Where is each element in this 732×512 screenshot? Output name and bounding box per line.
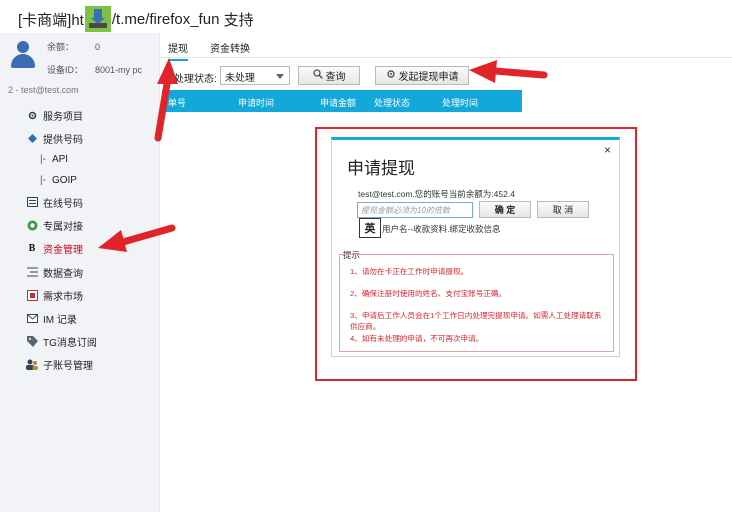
users-icon	[26, 358, 38, 370]
chevron-down-icon	[276, 74, 284, 79]
balance-row: 余额： 0	[47, 40, 100, 53]
column-header: 处理时间	[442, 98, 479, 108]
sidebar-item-provide-numbers[interactable]: 提供号码	[0, 128, 160, 148]
sidebar-item-services[interactable]: 服务项目	[0, 105, 160, 125]
tag-icon	[26, 335, 38, 347]
top-banner: [卡商端]ht/t.me/firefox_fun 支持	[0, 0, 732, 33]
sidebar-item-label: 服务项目	[43, 111, 83, 123]
mail-icon	[26, 312, 38, 324]
gear-icon	[386, 69, 396, 82]
sidebar-item-tg-subscribe[interactable]: TG消息订阅	[0, 331, 160, 351]
sidebar-item-im-records[interactable]: IM 记录	[0, 308, 160, 328]
withdraw-request-button[interactable]: 发起提现申请	[375, 66, 469, 85]
column-header: 单号	[168, 98, 187, 108]
market-icon	[26, 289, 38, 301]
sidebar-item-label: 在线号码	[43, 198, 83, 210]
sidebar-item-label: API	[51, 153, 69, 165]
tree-prefix: |-	[40, 174, 46, 186]
ime-indicator: 英	[359, 218, 381, 238]
column-header: 处理状态	[374, 98, 411, 108]
banner-suffix: /t.me/firefox_fun	[111, 10, 220, 28]
balance-label: 余额：	[47, 42, 75, 52]
tree-prefix: |-	[40, 153, 46, 165]
sidebar-item-label: GOIP	[51, 174, 77, 186]
withdraw-request-label: 发起提现申请	[398, 72, 459, 83]
list-lines-icon	[26, 266, 38, 278]
avatar	[11, 41, 35, 69]
status-select[interactable]: 未处理	[220, 66, 290, 85]
dialog-title: 申请提现	[347, 159, 415, 178]
banner-support: 支持	[223, 11, 254, 29]
user-line: 2 - test@test.com	[8, 85, 79, 95]
receive-info: 用户名--收款资料.绑定收款信息	[382, 224, 501, 234]
balance-info: test@test.com.您的账号当前余额为:452.4	[358, 189, 515, 199]
bold-b-icon: B	[28, 242, 36, 254]
sidebar-item-market[interactable]: 需求市场	[0, 285, 160, 305]
download-icon	[84, 6, 111, 32]
query-button-label: 查询	[325, 72, 346, 83]
query-button[interactable]: 查询	[298, 66, 360, 85]
close-icon[interactable]: ×	[604, 143, 611, 157]
sidebar-item-sub-accounts[interactable]: 子账号管理	[0, 354, 160, 374]
sidebar-item-label: IM 记录	[43, 314, 77, 326]
sidebar-item-label: 需求市场	[43, 291, 83, 303]
cancel-button[interactable]: 取 消	[537, 201, 589, 218]
settings-icon	[26, 109, 38, 121]
status-select-value: 未处理	[225, 73, 255, 84]
search-icon	[312, 69, 323, 82]
sidebar-item-online-numbers[interactable]: 在线号码	[0, 192, 160, 212]
table-header: 单号 申请时间 申请金额 处理状态 处理时间	[162, 90, 522, 112]
sidebar-item-label: 资金管理	[43, 244, 83, 256]
hint-item: 4、如有未处理的申请，不可再次申请。	[350, 334, 484, 343]
amount-input[interactable]: 提现金额必须为10的倍数	[357, 202, 473, 218]
sidebar-item-label: TG消息订阅	[43, 337, 97, 349]
sidebar-item-dedicated[interactable]: 专属对接	[0, 215, 160, 235]
device-label: 设备ID：	[47, 65, 84, 75]
status-filter-label: 处理状态:	[174, 74, 217, 85]
withdraw-dialog: 申请提现 × test@test.com.您的账号当前余额为:452.4 提现金…	[331, 137, 620, 357]
sidebar-item-label: 专属对接	[43, 221, 83, 233]
tab-withdraw[interactable]: 提现	[168, 40, 188, 61]
hint-item: 3、申请后工作人员会在1个工作日内处理完提现申请。如需人工处理请联系供应商。	[350, 311, 602, 331]
arrow-to-request-button	[469, 60, 548, 83]
confirm-button[interactable]: 确 定	[479, 201, 531, 218]
list-icon	[26, 196, 38, 208]
banner-prefix: [卡商端]ht	[18, 11, 84, 29]
sidebar-item-label: 数据查询	[43, 268, 83, 280]
sidebar-item-goip[interactable]: |- GOIP	[0, 170, 160, 190]
balance-value: 0	[95, 42, 101, 52]
hint-box: 1、请勿在卡正在工作时申请提现。 2、确保注册时使用的姓名、支付宝账号正确。 3…	[339, 254, 614, 352]
hint-item: 1、请勿在卡正在工作时申请提现。	[350, 267, 469, 276]
sidebar-item-api[interactable]: |- API	[0, 149, 160, 169]
tab-bar: 提现 资金转换	[160, 38, 732, 61]
device-value: 8001-my pc	[95, 65, 143, 75]
tab-fund-transfer[interactable]: 资金转换	[210, 40, 250, 55]
column-header: 申请时间	[238, 98, 275, 108]
sidebar-item-label: 子账号管理	[43, 360, 93, 372]
banner-text: [卡商端]ht/t.me/firefox_fun 支持	[18, 6, 254, 32]
hint-item: 2、确保注册时使用的姓名、支付宝账号正确。	[350, 289, 507, 298]
column-header: 申请金额	[320, 98, 357, 108]
sidebar-item-label: 提供号码	[43, 134, 83, 146]
sidebar: 余额： 0 设备ID： 8001-my pc 2 - test@test.com 服…	[0, 33, 160, 512]
link-icon	[26, 219, 38, 231]
sidebar-item-funds[interactable]: B 资金管理	[0, 238, 160, 258]
sidebar-item-data-query[interactable]: 数据查询	[0, 262, 160, 282]
device-row: 设备ID： 8001-my pc	[47, 63, 142, 76]
diamond-icon	[26, 132, 38, 144]
app-root: [卡商端]ht/t.me/firefox_fun 支持 余额： 0 设备ID： 80…	[0, 0, 732, 512]
